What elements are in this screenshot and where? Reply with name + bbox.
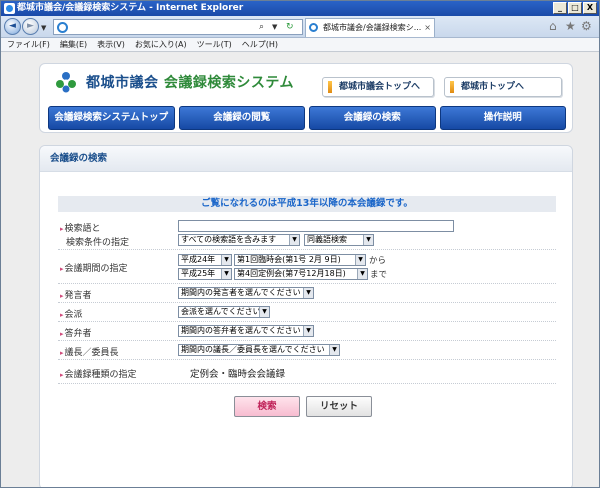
council-top-link[interactable]: 都城市議会トップへ (322, 77, 434, 97)
city-top-link[interactable]: 都城市トップへ (444, 77, 562, 97)
site-header: 都城市議会 会議録検索システム 都城市議会トップへ 都城市トップへ 会議録検索シ… (39, 63, 573, 133)
chevron-down-icon: ▼ (355, 255, 365, 265)
back-button[interactable]: ◄ (4, 18, 21, 35)
chevron-down-icon: ▼ (221, 255, 231, 265)
ie-page-icon (57, 22, 68, 33)
from-year-select[interactable]: 平成24年 ▼ (178, 254, 232, 266)
bullet-icon: ▸ (60, 371, 64, 379)
speaker-select[interactable]: 期間内の発言者を選んでください ▼ (178, 287, 314, 299)
search-panel: 会議録の検索 ご覧になれるのは平成13年以降の本会議録です。 ▸検索語と 検索条… (39, 145, 573, 487)
bullet-icon: ▸ (60, 225, 64, 233)
chevron-down-icon: ▼ (289, 235, 299, 245)
council-top-label: 都城市議会トップへ (339, 82, 421, 92)
tab-title: 都城市議会/会議録検索シ... (323, 23, 422, 32)
chevron-down-icon: ▼ (363, 235, 373, 245)
kind-value: 定例会・臨時会会議録 (190, 369, 286, 380)
bullet-icon: ▸ (60, 311, 64, 319)
search-icon[interactable]: ⌕ (259, 21, 264, 33)
faction-label: ▸会派 (60, 310, 83, 320)
menu-help[interactable]: ヘルプ(H) (242, 38, 278, 51)
to-year-select[interactable]: 平成25年 ▼ (178, 268, 232, 280)
refresh-icon[interactable]: ↻ (286, 21, 294, 33)
faction-row: ▸会派 会派を選んでください ▼ (58, 303, 556, 322)
menu-bar: ファイル(F) 編集(E) 表示(V) お気に入り(A) ツール(T) ヘルプ(… (1, 38, 599, 52)
tab-search[interactable]: 会議録の検索 (309, 106, 436, 130)
keyword-label-1: ▸検索語と (60, 224, 101, 234)
answerer-select[interactable]: 期間内の答弁者を選んでください ▼ (178, 325, 314, 337)
navigation-bar: ◄ ► ▼ ⌕ ▼ ↻ 都城市議会/会議録検索シ... × ⌂ ★ ⚙ (1, 16, 599, 38)
speaker-label: ▸発言者 (60, 291, 92, 301)
tab-browse[interactable]: 会議録の閲覧 (178, 106, 305, 130)
favorites-star-icon[interactable]: ★ (565, 19, 576, 33)
menu-tools[interactable]: ツール(T) (197, 38, 232, 51)
forward-button[interactable]: ► (22, 18, 39, 35)
search-button[interactable]: 検索 (234, 396, 300, 417)
answerer-row: ▸答弁者 期間内の答弁者を選んでください ▼ (58, 322, 556, 341)
answerer-label: ▸答弁者 (60, 329, 92, 339)
title-bar: 都城市議会/会議録検索システム - Internet Explorer _ □ … (1, 1, 599, 16)
close-button[interactable]: X (583, 2, 597, 14)
page-content: 都城市議会 会議録検索システム 都城市議会トップへ 都城市トップへ 会議録検索シ… (1, 53, 599, 487)
ie-app-icon (4, 3, 15, 14)
chevron-down-icon: ▼ (259, 307, 269, 317)
tools-gear-icon[interactable]: ⚙ (581, 19, 592, 33)
keyword-row: ▸検索語と 検索条件の指定 すべての検索語を含みます ▼ 同義語検索 ▼ (58, 218, 556, 250)
keyword-label-2: 検索条件の指定 (66, 238, 130, 248)
tab-help[interactable]: 操作説明 (439, 106, 566, 130)
browser-tab[interactable]: 都城市議会/会議録検索シ... × (305, 18, 435, 37)
keyword-condition-select[interactable]: すべての検索語を含みます ▼ (178, 234, 300, 246)
chair-row: ▸議長／委員長 期間内の議長／委員長を選んでください ▼ (58, 341, 556, 360)
main-nav: 会議録検索システムトップ 会議録の閲覧 会議録の検索 操作説明 (48, 106, 566, 130)
site-title-sub: 会議録検索システム (163, 75, 294, 91)
chevron-down-icon: ▼ (329, 345, 339, 355)
notice-banner: ご覧になれるのは平成13年以降の本会議録です。 (58, 196, 556, 212)
city-emblem-icon (56, 72, 76, 93)
period-label: ▸会議期間の指定 (60, 264, 128, 274)
chevron-down-icon: ▼ (357, 269, 367, 279)
tab-close-icon[interactable]: × (424, 19, 431, 36)
window-title: 都城市議会/会議録検索システム - Internet Explorer (17, 3, 244, 13)
chair-label: ▸議長／委員長 (60, 348, 119, 358)
menu-view[interactable]: 表示(V) (97, 38, 125, 51)
period-row: ▸会議期間の指定 平成24年 ▼ 第1回臨時会(第1号 2月 9日) ▼ から 平成… (58, 250, 556, 284)
faction-select[interactable]: 会派を選んでください ▼ (178, 306, 270, 318)
to-suffix: まで (370, 270, 388, 280)
maximize-button[interactable]: □ (568, 2, 582, 14)
menu-edit[interactable]: 編集(E) (60, 38, 87, 51)
bullet-icon: ▸ (60, 265, 64, 273)
home-icon[interactable]: ⌂ (549, 19, 557, 33)
tab-ie-icon (309, 23, 318, 32)
browser-window: 都城市議会/会議録検索システム - Internet Explorer _ □ … (0, 0, 600, 488)
site-title-main: 都城市議会 (86, 75, 159, 91)
kind-label: ▸会議録種類の指定 (60, 370, 137, 380)
address-bar[interactable]: ⌕ ▼ ↻ (53, 19, 303, 35)
link-bar-icon (328, 81, 332, 93)
site-title[interactable]: 都城市議会 会議録検索システム (86, 72, 294, 92)
panel-heading: 会議録の検索 (40, 146, 572, 172)
city-top-label: 都城市トップへ (461, 82, 525, 92)
bullet-icon: ▸ (60, 330, 64, 338)
to-session-select[interactable]: 第4回定例会(第7号12月18日) ▼ (234, 268, 368, 280)
tab-system-top[interactable]: 会議録検索システムトップ (48, 106, 175, 130)
minimize-button[interactable]: _ (553, 2, 567, 14)
reset-button[interactable]: リセット (306, 396, 372, 417)
kind-row: ▸会議録種類の指定 定例会・臨時会会議録 (58, 360, 556, 384)
keyword-input[interactable] (178, 220, 454, 232)
chair-select[interactable]: 期間内の議長／委員長を選んでください ▼ (178, 344, 340, 356)
speaker-row: ▸発言者 期間内の発言者を選んでください ▼ (58, 284, 556, 303)
chevron-down-icon: ▼ (303, 288, 313, 298)
bullet-icon: ▸ (60, 349, 64, 357)
from-session-select[interactable]: 第1回臨時会(第1号 2月 9日) ▼ (234, 254, 366, 266)
from-suffix: から (369, 256, 387, 266)
history-dropdown-icon[interactable]: ▼ (41, 24, 46, 32)
chevron-down-icon: ▼ (221, 269, 231, 279)
synonym-select[interactable]: 同義語検索 ▼ (304, 234, 374, 246)
link-bar-icon (450, 81, 454, 93)
chevron-down-icon: ▼ (303, 326, 313, 336)
menu-file[interactable]: ファイル(F) (7, 38, 50, 51)
bullet-icon: ▸ (60, 292, 64, 300)
menu-favorites[interactable]: お気に入り(A) (135, 38, 187, 51)
address-dropdown-icon[interactable]: ▼ (272, 21, 277, 33)
